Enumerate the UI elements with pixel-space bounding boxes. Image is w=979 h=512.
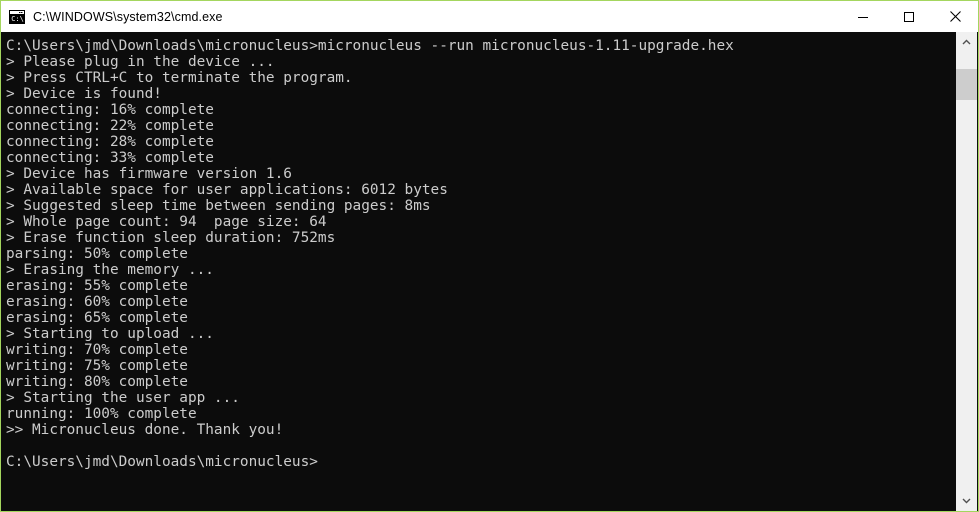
maximize-button[interactable] xyxy=(886,1,932,32)
title-bar[interactable]: C:\ C:\WINDOWS\system32\cmd.exe xyxy=(1,1,978,32)
window-title: C:\WINDOWS\system32\cmd.exe xyxy=(33,9,223,24)
window-controls xyxy=(840,1,978,32)
console-line: C:\Users\jmd\Downloads\micronucleus>micr… xyxy=(6,38,734,54)
console-prompt-line: C:\Users\jmd\Downloads\micronucleus> xyxy=(6,454,318,470)
console-line: writing: 80% complete xyxy=(6,374,188,390)
console-line: writing: 75% complete xyxy=(6,358,188,374)
console-line: erasing: 60% complete xyxy=(6,294,188,310)
cmd-console-icon: C:\ xyxy=(9,9,25,25)
console-lines: C:\Users\jmd\Downloads\micronucleus>micr… xyxy=(2,32,958,470)
console-line: > Device is found! xyxy=(6,86,162,102)
scrollbar-track[interactable] xyxy=(956,53,977,490)
console-line: connecting: 33% complete xyxy=(6,150,214,166)
console-line: > Suggested sleep time between sending p… xyxy=(6,198,431,214)
console-line: > Please plug in the device ... xyxy=(6,54,275,70)
console-line: > Starting the user app ... xyxy=(6,390,240,406)
console-line: connecting: 16% complete xyxy=(6,102,214,118)
console-line: > Erasing the memory ... xyxy=(6,262,214,278)
minimize-button[interactable] xyxy=(840,1,886,32)
console-line: parsing: 50% complete xyxy=(6,246,188,262)
console-line: connecting: 28% complete xyxy=(6,134,214,150)
console-line: >> Micronucleus done. Thank you! xyxy=(6,422,284,438)
console-output-area[interactable]: C:\Users\jmd\Downloads\micronucleus>micr… xyxy=(2,32,958,511)
scroll-up-arrow-icon[interactable] xyxy=(956,32,977,53)
console-line: > Press CTRL+C to terminate the program. xyxy=(6,70,353,86)
scrollbar-thumb[interactable] xyxy=(956,69,977,100)
scroll-down-arrow-icon[interactable] xyxy=(956,490,977,511)
console-line: > Erase function sleep duration: 752ms xyxy=(6,230,336,246)
console-line: erasing: 55% complete xyxy=(6,278,188,294)
cmd-window: C:\ C:\WINDOWS\system32\cmd.exe C:\Users… xyxy=(0,0,979,512)
console-line: writing: 70% complete xyxy=(6,342,188,358)
console-line: > Whole page count: 94 page size: 64 xyxy=(6,214,327,230)
console-line: running: 100% complete xyxy=(6,406,197,422)
console-line: connecting: 22% complete xyxy=(6,118,214,134)
vertical-scrollbar[interactable] xyxy=(956,32,977,511)
svg-text:C:\: C:\ xyxy=(11,15,24,23)
console-line: > Available space for user applications:… xyxy=(6,182,448,198)
console-line: > Device has firmware version 1.6 xyxy=(6,166,292,182)
console-line: > Starting to upload ... xyxy=(6,326,214,342)
console-line: erasing: 65% complete xyxy=(6,310,188,326)
close-button[interactable] xyxy=(932,1,978,32)
